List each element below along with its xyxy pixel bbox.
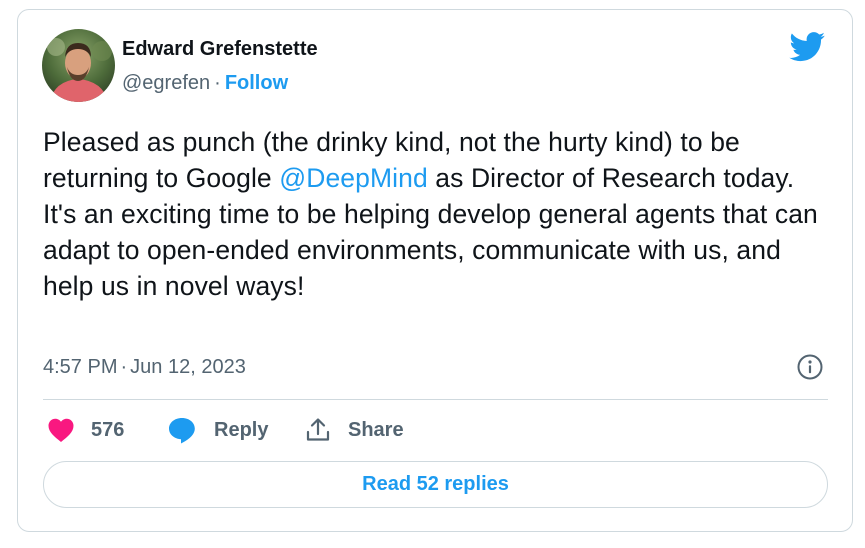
share-label: Share xyxy=(348,418,404,441)
follow-link[interactable]: Follow xyxy=(225,72,288,94)
author-name[interactable]: Edward Grefenstette xyxy=(122,38,318,61)
read-replies-button[interactable]: Read 52 replies xyxy=(43,461,828,508)
heart-icon xyxy=(48,418,74,442)
mention-link[interactable]: @DeepMind xyxy=(279,163,428,193)
handle-separator: · xyxy=(214,72,221,94)
speech-bubble-icon xyxy=(169,418,195,444)
avatar[interactable] xyxy=(42,29,115,102)
tweet-date: Jun 12, 2023 xyxy=(130,356,246,378)
reply-button[interactable]: Reply xyxy=(167,415,268,445)
author-handle[interactable]: @egrefen xyxy=(122,72,210,94)
time-separator: · xyxy=(120,356,128,378)
share-arrow-icon xyxy=(306,418,330,441)
tweet-time: 4:57 PM xyxy=(43,356,118,378)
like-count: 576 xyxy=(91,418,125,441)
reply-label: Reply xyxy=(214,418,269,441)
divider xyxy=(43,399,828,400)
tweet-text: Pleased as punch (the drinky kind, not t… xyxy=(43,124,833,304)
share-button[interactable]: Share xyxy=(305,415,404,445)
tweet-timestamp[interactable]: 4:57 PM · Jun 12, 2023 xyxy=(43,356,246,379)
info-icon[interactable] xyxy=(796,353,824,381)
twitter-bird-icon[interactable] xyxy=(789,32,826,62)
like-button[interactable]: 576 xyxy=(47,415,124,445)
handle-row: @egrefen · Follow xyxy=(122,72,288,95)
